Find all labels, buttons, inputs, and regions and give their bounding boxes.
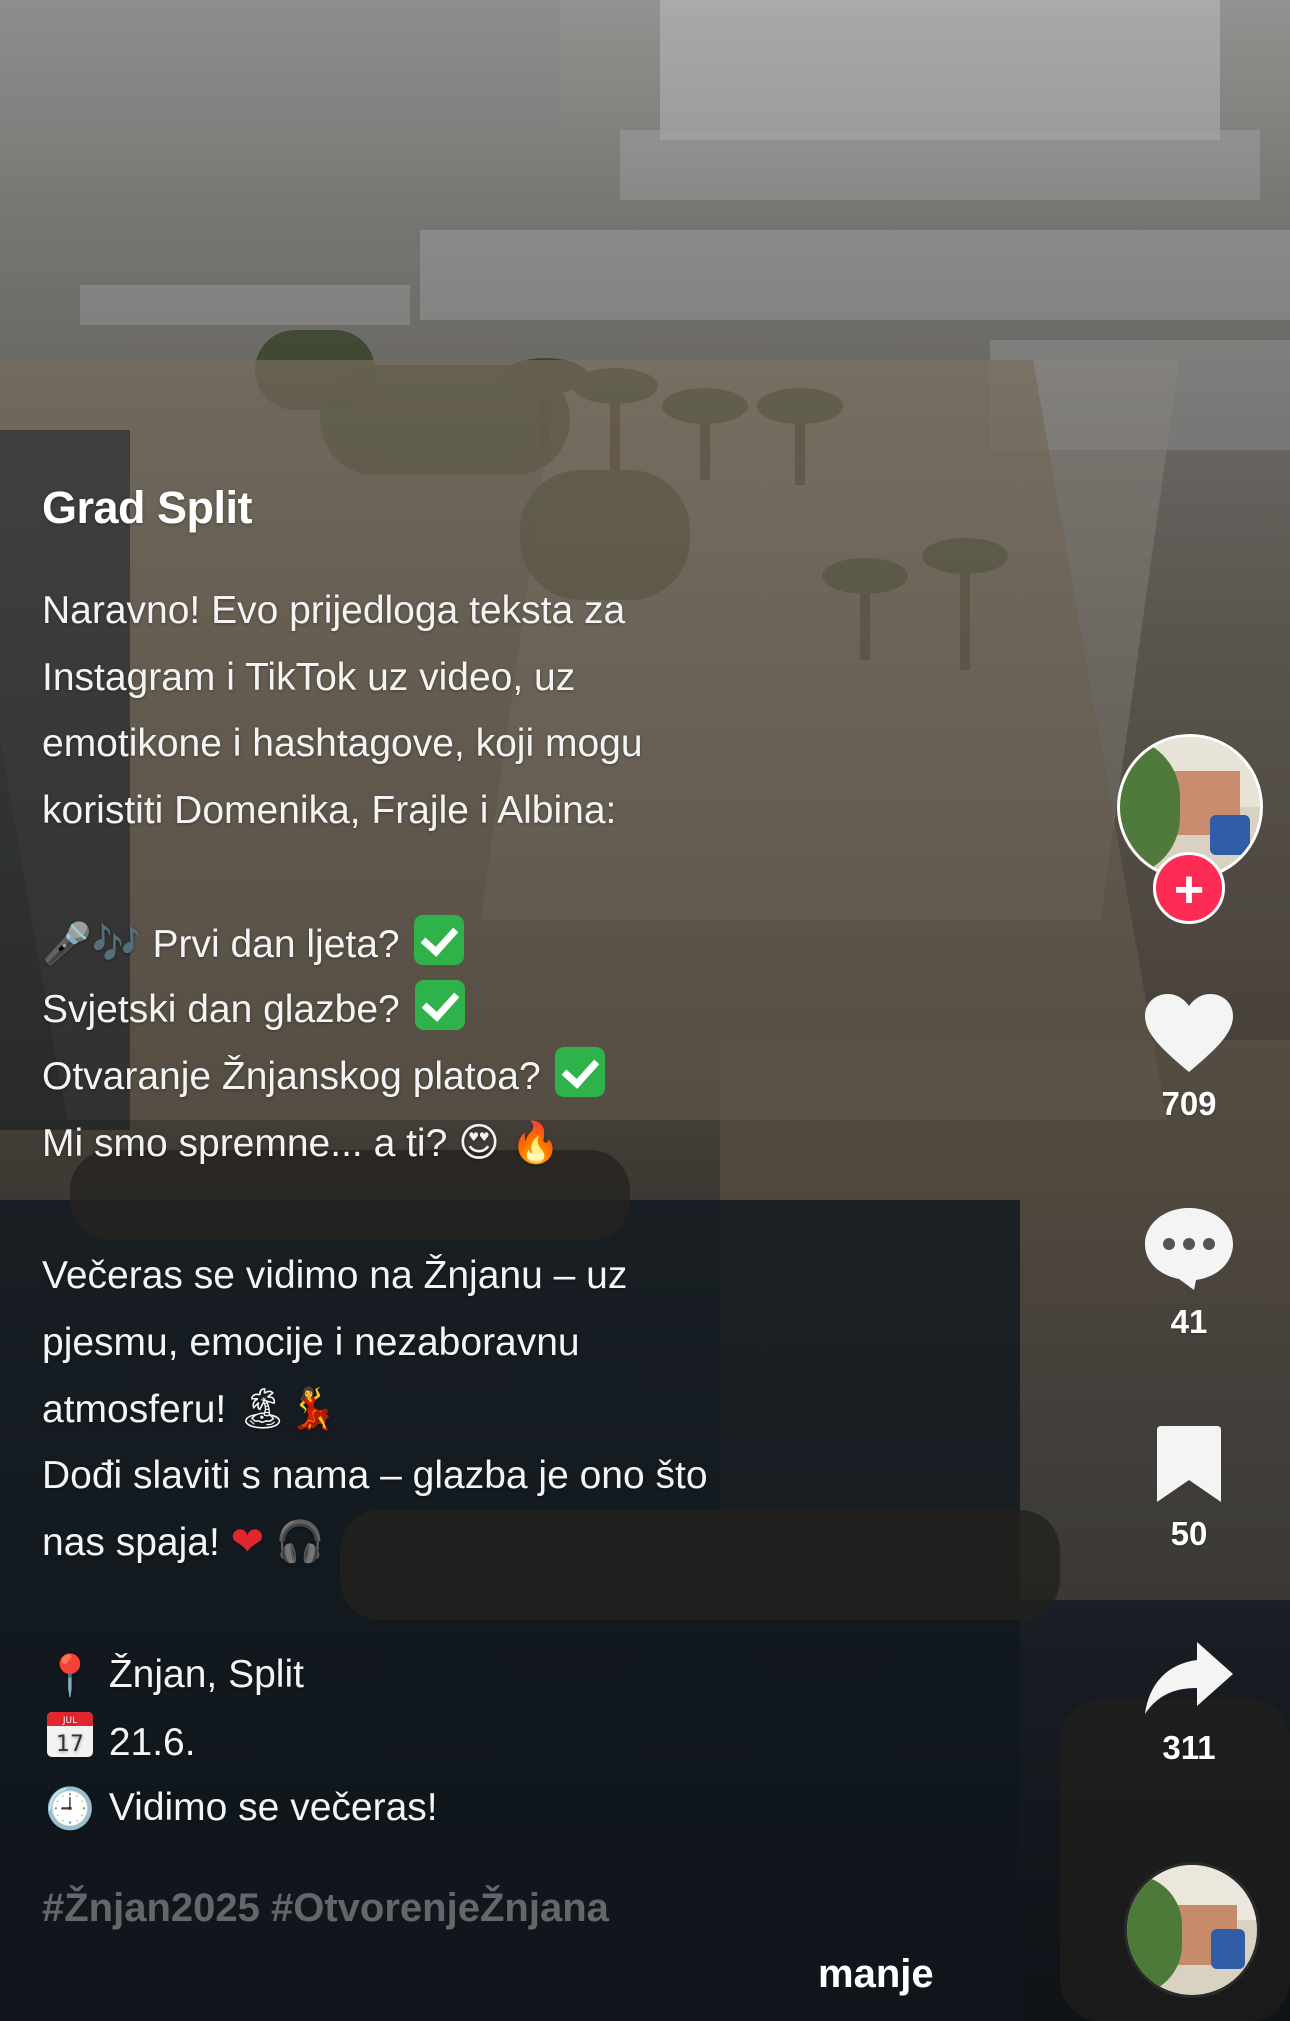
headphones-icon: 🎧 [275,1519,325,1565]
caption-text: Otvaranje Žnjanskog platoa? [42,1054,541,1098]
caption-line: Otvaranje Žnjanskog platoa? [42,1044,862,1111]
post-username[interactable]: Grad Split [42,482,253,534]
calendar-day: 17 [56,1732,84,1757]
clock-icon: 🕘 [45,1786,95,1833]
caption-line: Svjetski dan glazbe? [42,977,862,1044]
microphone-icon: 🎤 [42,920,92,967]
share-arrow-icon [1145,1642,1233,1714]
caption-line: atmosferu! 🏝💃 [42,1376,862,1443]
caption-text: Mi smo spremne... a ti? [42,1122,448,1165]
caption-line: JUL 17 21.6. [42,1709,862,1776]
share-button[interactable]: 311 [1129,1638,1249,1767]
checkmark-icon [555,1046,606,1097]
caption-text: Svjetski dan glazbe? [42,988,400,1031]
music-disc[interactable] [1124,1862,1260,1998]
music-notes-icon: 🎶 [91,920,142,967]
caption-line: 🕘 Vidimo se večeras! [42,1775,862,1842]
checkmark-icon [414,980,465,1030]
share-count: 311 [1162,1729,1216,1766]
comment-count: 41 [1170,1303,1208,1340]
caption-text: atmosferu! [42,1388,227,1431]
caption-line: Mi smo spremne... a ti? 😍 🔥 [42,1110,862,1177]
caption-line: Večeras se vidimo na Žnjanu – uz [42,1254,628,1297]
caption-line: 📍 Žnjan, Split [42,1642,862,1709]
heart-icon [1145,994,1233,1072]
calendar-icon: JUL 17 [42,1709,98,1781]
comment-button[interactable]: 41 [1129,1204,1249,1341]
comment-icon [1145,1208,1233,1290]
post-caption[interactable]: Naravno! Evo prijedloga teksta za Instag… [42,578,862,1842]
caption-line: pjesmu, emocije i nezaboravnu [42,1320,580,1364]
dancer-icon: 💃 [287,1386,338,1432]
avatar-image [1210,815,1250,855]
caption-line: 🎤🎶 Prvi dan ljeta? [42,911,862,978]
caption-line: nas spaja! ❤ 🎧 [42,1509,862,1576]
calendar-month: JUL [62,1716,77,1726]
caption-text: nas spaja! [42,1521,220,1564]
red-heart-icon: ❤ [230,1519,265,1565]
caption-line: Instagram i TikTok uz video, uz [42,655,576,699]
save-button[interactable]: 50 [1129,1424,1249,1553]
hashtags[interactable]: #Žnjan2025 #OtvorenjeŽnjana [42,1886,609,1931]
like-button[interactable]: 709 [1129,992,1249,1123]
pin-icon: 📍 [45,1653,95,1700]
caption-line: emotikone i hashtagove, koji mogu [42,722,643,765]
caption-line: Dođi slaviti s nama – glazba je ono što [42,1453,708,1497]
checkmark-icon [414,914,465,965]
caption-line: Naravno! Evo prijedloga teksta za [42,589,626,632]
show-less-button[interactable]: manje [818,1952,934,1997]
date-text: 21.6. [108,1720,196,1764]
caption-text: Prvi dan ljeta? [152,922,400,966]
caption-line: koristiti Domenika, Frajle i Albina: [42,788,617,832]
location-text: Žnjan, Split [108,1653,304,1696]
disc-image [1211,1929,1245,1969]
fire-icon: 🔥 [510,1120,561,1166]
bookmark-icon [1157,1426,1221,1502]
beach-icon: 🏝 [237,1386,288,1432]
follow-button[interactable]: + [1153,852,1225,924]
save-count: 50 [1170,1515,1208,1552]
time-text: Vidimo se večeras! [108,1786,438,1829]
heart-eyes-icon: 😍 [458,1120,500,1166]
like-count: 709 [1161,1085,1217,1122]
